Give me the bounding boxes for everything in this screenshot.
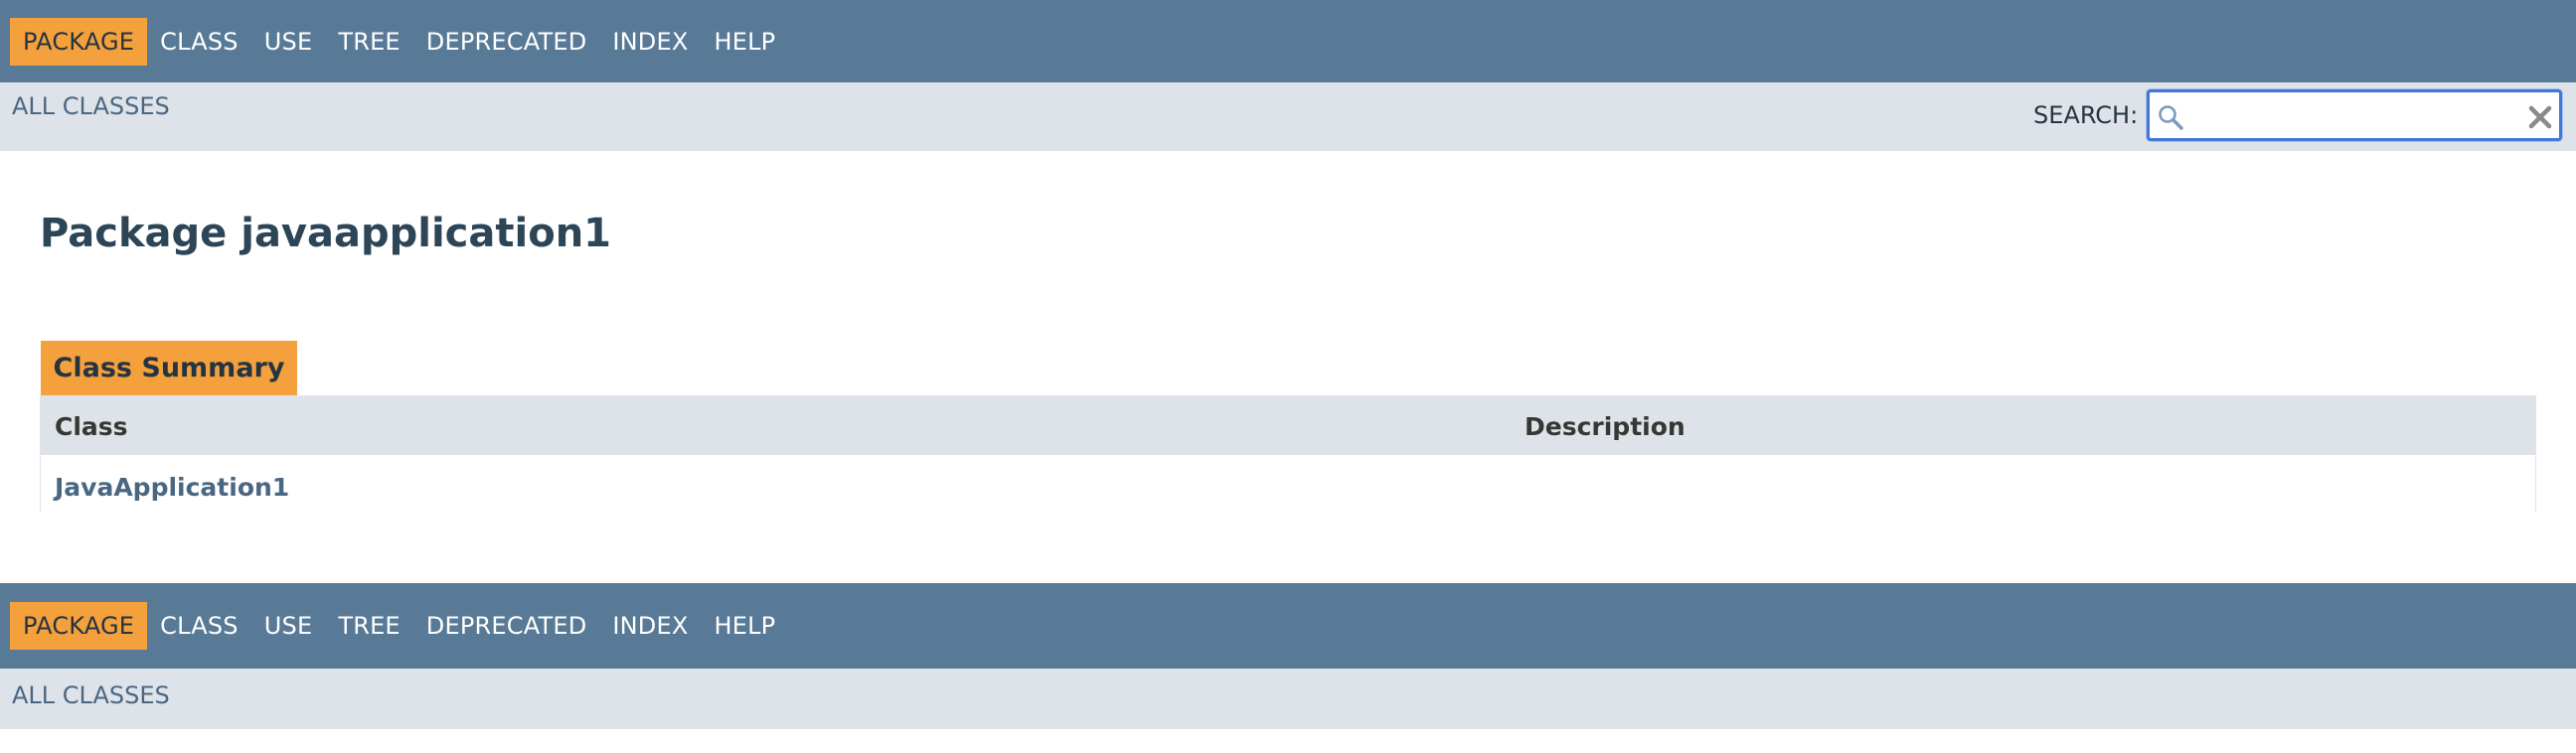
nav-help[interactable]: HELP	[702, 18, 789, 66]
reset-search-icon[interactable]	[2525, 102, 2555, 132]
class-summary-caption: Class Summary	[41, 341, 297, 395]
nav-package[interactable]: PACKAGE	[10, 17, 148, 66]
bottom-all-classes-link[interactable]: ALL CLASSES	[12, 681, 170, 709]
page-title: Package javaapplication1	[40, 211, 611, 256]
table-row: JavaApplication1	[41, 455, 2535, 513]
nav-class[interactable]: CLASS	[147, 18, 251, 66]
bottom-nav-package[interactable]: PACKAGE	[10, 602, 148, 650]
search-input[interactable]	[2193, 98, 2515, 134]
bottom-nav-class[interactable]: CLASS	[147, 602, 251, 650]
bottom-nav-bar: PACKAGE CLASS USE TREE DEPRECATED INDEX …	[0, 583, 2576, 669]
bottom-nav-deprecated[interactable]: DEPRECATED	[413, 602, 600, 650]
bottom-sub-nav-bar: ALL CLASSES	[0, 669, 2576, 729]
bottom-nav-tree[interactable]: TREE	[325, 602, 412, 650]
bottom-nav-index[interactable]: INDEX	[599, 602, 701, 650]
column-header-class: Class	[55, 412, 128, 441]
search-label: SEARCH:	[2033, 101, 2139, 129]
nav-tree[interactable]: TREE	[325, 18, 412, 66]
class-link-javaapplication1[interactable]: JavaApplication1	[55, 473, 289, 502]
bottom-nav-help[interactable]: HELP	[702, 602, 789, 650]
nav-index[interactable]: INDEX	[599, 18, 701, 66]
sub-nav-bar: ALL CLASSES SEARCH:	[0, 82, 2576, 151]
search-icon	[2159, 105, 2183, 130]
search-box[interactable]	[2147, 89, 2562, 141]
bottom-nav-use[interactable]: USE	[251, 602, 326, 650]
top-nav-bar: PACKAGE CLASS USE TREE DEPRECATED INDEX …	[0, 0, 2576, 82]
nav-use[interactable]: USE	[251, 18, 326, 66]
nav-deprecated[interactable]: DEPRECATED	[413, 18, 600, 66]
column-header-description: Description	[1525, 412, 1686, 441]
class-summary-table: Class Description JavaApplication1	[40, 395, 2536, 513]
all-classes-link[interactable]: ALL CLASSES	[12, 92, 170, 120]
table-header: Class Description	[41, 396, 2535, 455]
